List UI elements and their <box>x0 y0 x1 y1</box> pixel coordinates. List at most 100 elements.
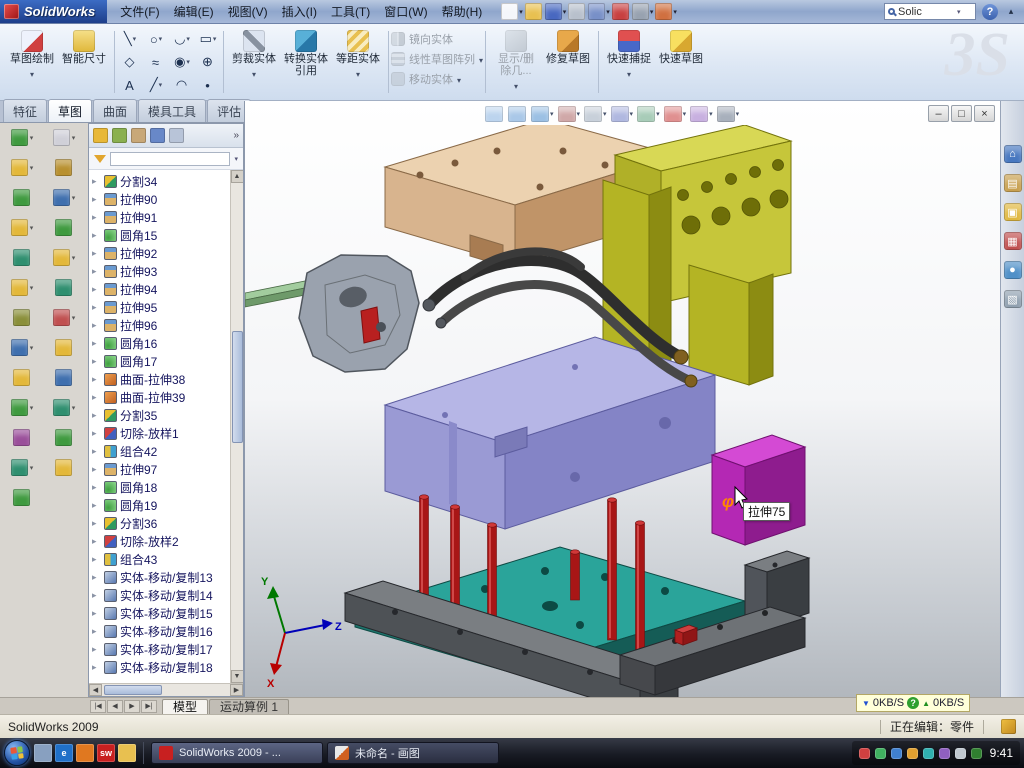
dropdown-caret[interactable]: ▾ <box>72 404 76 412</box>
tray-icon[interactable] <box>859 748 870 759</box>
expander-icon[interactable] <box>92 302 101 313</box>
spline-tool-icon[interactable]: ≈ <box>143 51 169 74</box>
folder-quicklaunch-icon[interactable] <box>118 744 136 762</box>
expander-icon[interactable] <box>92 176 101 187</box>
left-tool-icon[interactable] <box>11 129 28 146</box>
tray-icon[interactable] <box>875 748 886 759</box>
dropdown-caret[interactable]: ▾ <box>630 110 634 118</box>
menu-item[interactable]: 视图(V) <box>221 0 275 23</box>
solidworks-quicklaunch-icon[interactable]: sw <box>97 744 115 762</box>
slot-tool-icon[interactable]: ◠ <box>169 74 195 97</box>
scrollbar-thumb[interactable] <box>232 331 243 443</box>
view-palette-icon[interactable]: ▦ <box>1004 232 1022 250</box>
search-box[interactable]: ▾ <box>884 3 976 20</box>
dropdown-caret[interactable]: ▾ <box>186 58 190 66</box>
home-icon[interactable]: ⌂ <box>1004 145 1022 163</box>
dropdown-caret[interactable] <box>514 78 518 92</box>
dropdown-caret[interactable]: ▾ <box>519 8 523 16</box>
left-tool-icon[interactable] <box>55 219 72 236</box>
tree-item[interactable]: 分割34 <box>89 172 230 190</box>
internet-explorer-icon[interactable]: e <box>55 744 73 762</box>
dropdown-caret[interactable]: ▾ <box>133 35 137 43</box>
expander-icon[interactable] <box>92 500 101 511</box>
dropdown-caret[interactable]: ▾ <box>159 81 163 89</box>
pane-chevron-icon[interactable]: » <box>233 130 239 141</box>
dropdown-caret[interactable] <box>479 52 483 66</box>
tree-item[interactable]: 拉伸96 <box>89 316 230 334</box>
tree-item[interactable]: 实体-移动/复制13 <box>89 568 230 586</box>
orientation-triad[interactable]: Y Z X <box>261 576 342 690</box>
view-orientation-icon[interactable] <box>584 106 602 122</box>
first-tab-arrow[interactable] <box>90 700 106 713</box>
open-icon[interactable] <box>525 3 542 20</box>
polygon-tool-icon[interactable]: ◇ <box>117 51 143 74</box>
tree-vertical-scrollbar[interactable] <box>230 170 243 683</box>
left-tool-icon[interactable] <box>55 369 72 386</box>
convert-entities-button[interactable]: 转换实体引用 <box>281 28 331 79</box>
tree-item[interactable]: 组合42 <box>89 442 230 460</box>
appearance-icon[interactable] <box>655 3 672 20</box>
display-style-icon[interactable] <box>611 106 629 122</box>
featuremanager-tab-icon[interactable] <box>93 128 108 143</box>
dropdown-caret[interactable]: ▾ <box>736 110 740 118</box>
move-entities-button[interactable]: 移动实体 <box>391 71 483 87</box>
tree-item[interactable]: 圆角18 <box>89 478 230 496</box>
dropdown-caret[interactable]: ▾ <box>30 404 34 412</box>
dropdown-caret[interactable]: ▾ <box>709 110 713 118</box>
taskbar-button-paint[interactable]: 未命名 - 画图 <box>327 742 499 764</box>
custom-properties-icon[interactable]: ▧ <box>1004 290 1022 308</box>
quick-tips-icon[interactable] <box>1001 719 1016 734</box>
tree-item[interactable]: 实体-移动/复制18 <box>89 658 230 676</box>
expander-icon[interactable] <box>92 248 101 259</box>
dropdown-caret[interactable]: ▾ <box>213 35 217 43</box>
dropdown-caret[interactable]: ▾ <box>30 344 34 352</box>
tree-item[interactable]: 圆角16 <box>89 334 230 352</box>
expander-icon[interactable] <box>92 356 101 367</box>
repair-sketch-button[interactable]: 修复草图 <box>543 28 593 67</box>
dropdown-caret[interactable]: ▾ <box>603 110 607 118</box>
print-icon[interactable] <box>568 3 585 20</box>
tray-icon[interactable] <box>971 748 982 759</box>
apply-scene-icon[interactable] <box>690 106 708 122</box>
dropdown-caret[interactable]: ▾ <box>72 314 76 322</box>
dropdown-caret[interactable] <box>356 66 360 80</box>
hide-show-items-icon[interactable] <box>637 106 655 122</box>
dropdown-caret[interactable]: ▾ <box>72 194 76 202</box>
expander-icon[interactable] <box>92 554 101 565</box>
dropdown-caret[interactable]: ▾ <box>563 8 567 16</box>
expander-icon[interactable] <box>92 644 101 655</box>
show-desktop-icon[interactable] <box>34 744 52 762</box>
edit-appearance-icon[interactable] <box>664 106 682 122</box>
expander-icon[interactable] <box>92 284 101 295</box>
tree-item[interactable]: 拉伸95 <box>89 298 230 316</box>
media-player-icon[interactable] <box>76 744 94 762</box>
dropdown-caret[interactable]: ▾ <box>550 110 554 118</box>
smart-dimension-button[interactable]: 智能尺寸 <box>59 28 109 67</box>
expander-icon[interactable] <box>92 518 101 529</box>
left-tool-icon[interactable] <box>55 459 72 476</box>
menu-item[interactable]: 窗口(W) <box>377 0 434 23</box>
search-caret-icon[interactable]: ▾ <box>957 8 961 16</box>
expander-icon[interactable] <box>92 266 101 277</box>
expander-icon[interactable] <box>92 428 101 439</box>
view-settings-icon[interactable] <box>717 106 735 122</box>
dropdown-caret[interactable]: ▾ <box>656 110 660 118</box>
zoom-fit-icon[interactable] <box>485 106 503 122</box>
expander-icon[interactable] <box>92 608 101 619</box>
rebuild-icon[interactable] <box>612 3 629 20</box>
sketch-draw-button[interactable]: 草图绘制 <box>7 28 57 82</box>
left-tool-icon[interactable] <box>13 429 30 446</box>
dropdown-caret[interactable]: ▾ <box>606 8 610 16</box>
scroll-up-arrow[interactable] <box>231 170 244 183</box>
tray-icon[interactable] <box>923 748 934 759</box>
display-delete-relations-button[interactable]: 显示/删除几... <box>491 28 541 94</box>
line-tool-icon[interactable]: ╲ ▾ <box>117 28 143 51</box>
quick-snaps-button[interactable]: 快速捕捉 <box>604 28 654 82</box>
menu-item[interactable]: 编辑(E) <box>167 0 221 23</box>
dropdown-caret[interactable]: ▾ <box>72 134 76 142</box>
document-tab[interactable]: 运动算例 1 <box>209 699 289 714</box>
tree-item[interactable]: 实体-移动/复制16 <box>89 622 230 640</box>
next-tab-arrow[interactable] <box>124 700 140 713</box>
design-library-icon[interactable]: ▤ <box>1004 174 1022 192</box>
tree-item[interactable]: 拉伸97 <box>89 460 230 478</box>
